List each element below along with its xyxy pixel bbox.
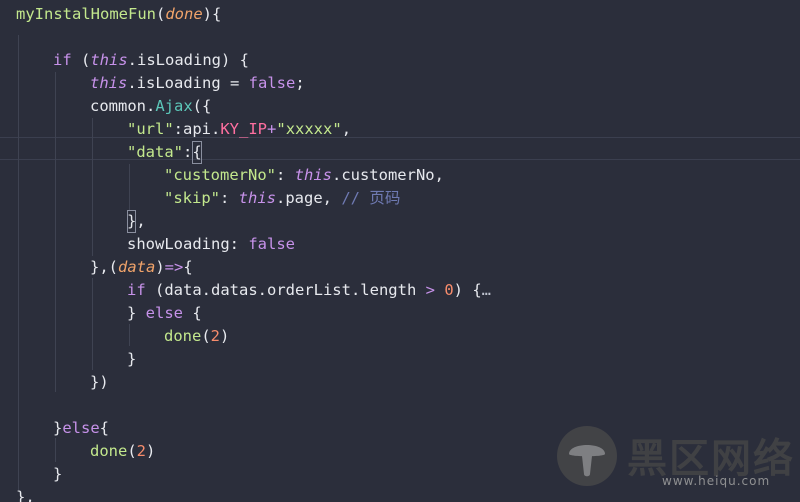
string-key: "skip": [164, 189, 220, 207]
indent-guide: [92, 118, 93, 256]
code-line: done(2): [164, 327, 230, 345]
code-line: "data":{: [127, 141, 202, 164]
keyword: if: [53, 51, 72, 69]
code-line: showLoading: false: [127, 235, 295, 253]
this-keyword: this: [90, 51, 128, 69]
keyword: if: [127, 281, 146, 299]
code-line: this.isLoading = false;: [90, 74, 305, 92]
keyword: else: [145, 304, 183, 322]
fold-ellipsis-icon[interactable]: …: [482, 281, 491, 299]
number-literal: 2: [136, 442, 147, 460]
string-key: "data": [127, 143, 183, 161]
keyword: else: [62, 419, 100, 437]
number-literal: 2: [210, 327, 221, 345]
indent-guide: [92, 278, 93, 370]
mushroom-logo-icon: [557, 426, 617, 486]
code-editor[interactable]: myInstalHomeFun(done){ if (this.isLoadin…: [0, 0, 800, 502]
code-line: if (this.isLoading) {: [53, 51, 249, 69]
this-keyword: this: [90, 74, 128, 92]
property-key: showLoading: [127, 235, 230, 253]
code-line: "url":api.KY_IP+"xxxxx",: [127, 120, 352, 138]
code-line: }): [90, 373, 109, 391]
watermark: 黑区网络 www.heiqu.com: [557, 424, 793, 496]
function-call: done: [90, 442, 128, 460]
function-name: myInstalHomeFun: [16, 5, 156, 23]
indent-guide: [129, 164, 130, 210]
parameter: done: [165, 5, 203, 23]
code-line: },(data)=>{: [90, 258, 193, 276]
boolean-literal: false: [248, 235, 295, 253]
code-line: "skip": this.page, // 页码: [164, 189, 401, 207]
current-line-highlight: [0, 137, 800, 160]
boolean-literal: false: [248, 74, 296, 92]
function-call: done: [164, 327, 202, 345]
code-line: }: [127, 350, 137, 368]
indent-guide: [55, 438, 56, 462]
indent-guide: [55, 72, 56, 392]
string-key: "url": [127, 120, 174, 138]
code-line: } else {: [127, 304, 202, 322]
method-name: Ajax: [155, 97, 193, 115]
watermark-url: www.heiqu.com: [662, 474, 771, 488]
code-line: },: [16, 488, 35, 502]
this-keyword: this: [294, 166, 332, 184]
code-line: }else{: [53, 419, 110, 437]
number-literal: 0: [444, 281, 454, 299]
comment: // 页码: [341, 189, 401, 207]
code-line: common.Ajax({: [90, 97, 212, 115]
parameter: data: [118, 258, 156, 276]
code-line: if (data.datas.orderList.length > 0) {…: [127, 281, 492, 299]
matched-bracket: {: [192, 141, 202, 164]
string-literal: "xxxxx": [276, 120, 342, 138]
code-line: }: [53, 465, 63, 483]
indent-guide: [18, 35, 19, 490]
indent-guide: [129, 324, 130, 346]
matched-bracket: }: [127, 210, 137, 233]
code-line: },: [127, 210, 146, 233]
code-line: myInstalHomeFun(done){: [16, 5, 222, 23]
this-keyword: this: [238, 189, 276, 207]
constant: KY_IP: [220, 120, 268, 138]
string-key: "customerNo": [164, 166, 276, 184]
code-line: done(2): [90, 442, 156, 460]
code-line: "customerNo": this.customerNo,: [164, 166, 444, 184]
